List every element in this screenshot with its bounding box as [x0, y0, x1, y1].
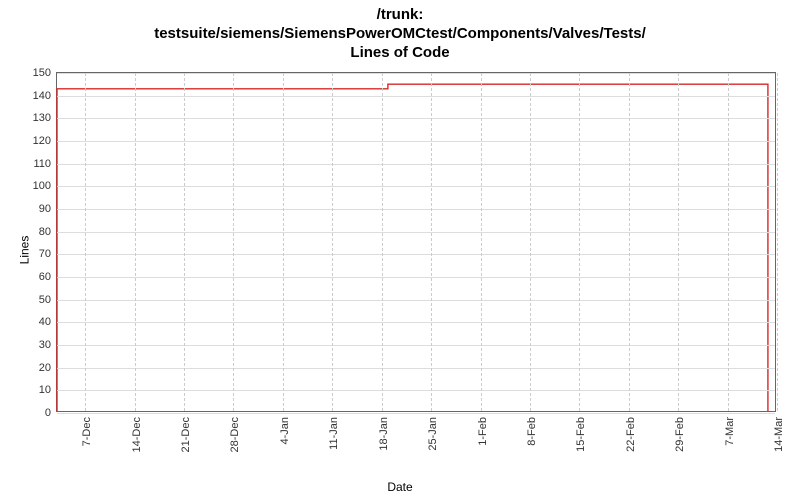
gridline-v [382, 73, 383, 411]
gridline-h [57, 209, 775, 210]
y-tick-label: 10 [39, 384, 51, 396]
x-tick-label: 15-Feb [575, 417, 587, 452]
gridline-h [57, 300, 775, 301]
x-tick-label: 22-Feb [625, 417, 637, 452]
x-tick-label: 7-Dec [81, 417, 93, 446]
gridline-h [57, 232, 775, 233]
gridline-v [579, 73, 580, 411]
gridline-v [85, 73, 86, 411]
y-tick-label: 110 [33, 158, 51, 170]
gridline-v [332, 73, 333, 411]
gridline-h [57, 96, 775, 97]
x-tick-label: 28-Dec [229, 417, 241, 452]
gridline-v [431, 73, 432, 411]
series-line [57, 84, 768, 411]
gridline-h [57, 118, 775, 119]
gridline-v [728, 73, 729, 411]
data-line [57, 73, 775, 411]
y-tick-label: 60 [39, 271, 51, 283]
title-line-3: Lines of Code [0, 44, 800, 63]
y-tick-label: 50 [39, 294, 51, 306]
gridline-v [283, 73, 284, 411]
y-tick-label: 40 [39, 316, 51, 328]
x-tick-label: 4-Jan [279, 417, 291, 445]
y-tick-label: 140 [33, 90, 51, 102]
y-tick-label: 20 [39, 362, 51, 374]
x-axis-label: Date [387, 480, 412, 494]
x-tick-label: 1-Feb [477, 417, 489, 446]
y-tick-label: 90 [39, 203, 51, 215]
gridline-h [57, 186, 775, 187]
gridline-v [481, 73, 482, 411]
x-tick-label: 18-Jan [378, 417, 390, 451]
gridline-h [57, 345, 775, 346]
gridline-v [135, 73, 136, 411]
gridline-v [233, 73, 234, 411]
gridline-v [184, 73, 185, 411]
gridline-h [57, 322, 775, 323]
gridline-h [57, 73, 775, 74]
y-tick-label: 100 [33, 180, 51, 192]
x-tick-label: 11-Jan [328, 417, 340, 450]
gridline-h [57, 254, 775, 255]
x-tick-label: 29-Feb [674, 417, 686, 452]
x-tick-label: 14-Dec [131, 417, 143, 452]
chart-title: /trunk: testsuite/siemens/SiemensPowerOM… [0, 0, 800, 62]
x-tick-label: 21-Dec [180, 417, 192, 452]
y-tick-label: 0 [45, 407, 51, 419]
y-tick-label: 80 [39, 226, 51, 238]
loc-chart: /trunk: testsuite/siemens/SiemensPowerOM… [0, 0, 800, 500]
gridline-h [57, 368, 775, 369]
gridline-v [777, 73, 778, 411]
gridline-h [57, 390, 775, 391]
gridline-h [57, 141, 775, 142]
title-line-1: /trunk: [0, 6, 800, 25]
y-axis-label: Lines [17, 236, 31, 265]
gridline-v [530, 73, 531, 411]
x-tick-label: 7-Mar [724, 417, 736, 446]
gridline-v [629, 73, 630, 411]
gridline-h [57, 413, 775, 414]
y-tick-label: 130 [33, 112, 51, 124]
gridline-v [678, 73, 679, 411]
y-tick-label: 70 [39, 248, 51, 260]
y-tick-label: 30 [39, 339, 51, 351]
y-tick-label: 120 [33, 135, 51, 147]
y-tick-label: 150 [33, 67, 51, 79]
gridline-h [57, 164, 775, 165]
x-tick-label: 25-Jan [427, 417, 439, 451]
plot-area: 01020304050607080901001101201301401507-D… [56, 72, 776, 412]
title-line-2: testsuite/siemens/SiemensPowerOMCtest/Co… [0, 25, 800, 44]
x-tick-label: 14-Mar [773, 417, 785, 452]
gridline-h [57, 277, 775, 278]
x-tick-label: 8-Feb [526, 417, 538, 446]
